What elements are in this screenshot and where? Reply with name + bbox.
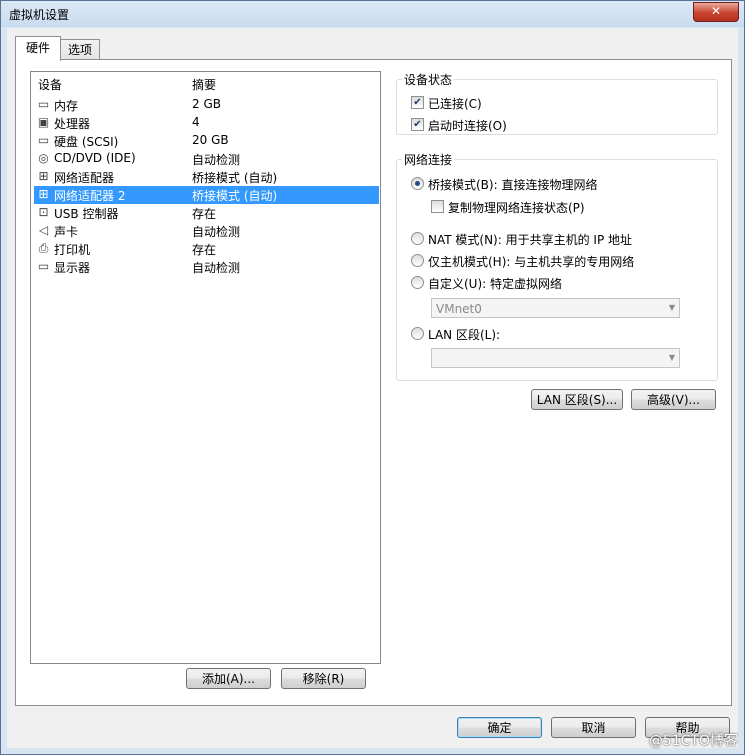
device-row[interactable]: ◁ 声卡 自动检测 [34,222,379,240]
device-list[interactable]: 设备 摘要 ▭ 内存 2 GB ▣ 处理器 4 ▭ 硬盘 (SCSI) 20 GB ◎ CD/DVD… [30,71,381,664]
device-name: CD/DVD (IDE) [54,151,136,165]
nat-radio-icon [411,232,424,245]
network-connection-title: 网络连接 [402,151,455,168]
bridged-label: 桥接模式(B): 直接连接物理网络 [428,178,598,192]
vm-settings-window: 虚拟机设置 ✕ 硬件 选项 设备 摘要 ▭ 内存 2 GB ▣ 处理器 4 ▭ 硬盘 (SCS… [0,0,745,755]
add-device-button[interactable]: 添加(A)... [186,668,271,689]
replicate-state-check-icon [431,200,444,213]
processor-icon: ▣ [37,115,50,129]
device-name: 显示器 [54,261,91,275]
device-row[interactable]: ◎ CD/DVD (IDE) 自动检测 [34,150,379,168]
harddisk-icon: ▭ [37,133,50,147]
device-row[interactable]: ⎙ 打印机 存在 [34,240,379,258]
connect-at-power-on-label: 启动时连接(O) [428,119,507,133]
tab-options[interactable]: 选项 [60,39,100,60]
device-summary: 存在 [192,243,217,257]
cd-dvd-icon: ◎ [38,151,49,165]
display-icon: ▭ [37,259,50,273]
column-header-device[interactable]: 设备 [38,76,62,93]
window-title: 虚拟机设置 [9,8,70,22]
column-header-summary[interactable]: 摘要 [192,76,216,93]
replicate-state-label: 复制物理网络连接状态(P) [448,201,585,215]
device-row[interactable]: ▭ 显示器 自动检测 [34,258,379,276]
lan-segment-radio-icon [411,327,424,340]
bridged-radio-icon [411,177,424,190]
device-name: 网络适配器 2 [54,189,126,203]
sound-card-icon: ◁ [38,223,49,237]
device-name: 网络适配器 [54,171,115,185]
device-row[interactable]: ⊞ 网络适配器 2 桥接模式 (自动) [34,186,379,204]
lan-segment-label: LAN 区段(L): [428,328,501,342]
device-summary: 4 [192,115,200,129]
device-row[interactable]: ⊡ USB 控制器 存在 [34,204,379,222]
device-name: 打印机 [54,243,91,257]
custom-network-select[interactable]: VMnet0 ▼ [431,298,680,318]
remove-device-button[interactable]: 移除(R) [281,668,366,689]
connected-label: 已连接(C) [428,97,482,111]
advanced-button[interactable]: 高级(V)... [631,389,716,410]
chevron-down-icon: ▼ [668,353,675,362]
custom-label: 自定义(U): 特定虚拟网络 [428,277,563,291]
lan-segment-select[interactable]: ▼ [431,348,680,368]
custom-radio-icon [411,276,424,289]
hardware-panel: 设备 摘要 ▭ 内存 2 GB ▣ 处理器 4 ▭ 硬盘 (SCSI) 20 GB ◎ CD/DVD… [15,59,732,706]
memory-icon: ▭ [37,97,50,111]
device-row[interactable]: ⊞ 网络适配器 桥接模式 (自动) [34,168,379,186]
device-name: USB 控制器 [54,207,119,221]
title-bar[interactable]: 虚拟机设置 ✕ [1,1,744,27]
watermark-text: @51CTO博客 [648,733,738,749]
device-status-group: 设备状态 ✔ 已连接(C) ✔ 启动时连接(O) [396,71,718,135]
dialog-client-area: 硬件 选项 设备 摘要 ▭ 内存 2 GB ▣ 处理器 4 ▭ 硬盘 (SCSI) 20 GB ◎… [7,28,738,748]
device-summary: 桥接模式 (自动) [192,189,278,203]
cancel-button[interactable]: 取消 [551,717,636,738]
device-summary: 自动检测 [192,153,241,167]
device-summary: 存在 [192,207,217,221]
custom-network-value: VMnet0 [436,302,482,316]
nat-label: NAT 模式(N): 用于共享主机的 IP 地址 [428,233,633,247]
device-name: 硬盘 (SCSI) [54,135,119,149]
connect-at-power-on-check-icon: ✔ [411,118,424,131]
chevron-down-icon: ▼ [668,303,675,312]
network-connection-group: 网络连接 桥接模式(B): 直接连接物理网络 复制物理网络连接状态(P) NAT… [396,151,718,381]
device-name: 声卡 [54,225,79,239]
device-summary: 2 GB [192,97,221,111]
lan-segments-button[interactable]: LAN 区段(S)... [531,389,623,410]
device-status-title: 设备状态 [402,71,455,88]
device-summary: 自动检测 [192,225,241,239]
printer-icon: ⎙ [38,241,49,255]
device-row[interactable]: ▭ 内存 2 GB [34,96,379,114]
host-only-label: 仅主机模式(H): 与主机共享的专用网络 [428,255,635,269]
host-only-radio-icon [411,254,424,267]
device-summary: 自动检测 [192,261,241,275]
device-summary: 桥接模式 (自动) [192,171,278,185]
device-summary: 20 GB [192,133,229,147]
close-button[interactable]: ✕ [693,2,739,22]
tab-hardware[interactable]: 硬件 [15,36,61,61]
usb-controller-icon: ⊡ [38,205,49,219]
device-row[interactable]: ▣ 处理器 4 [34,114,379,132]
connected-check-icon: ✔ [411,96,424,109]
device-row[interactable]: ▭ 硬盘 (SCSI) 20 GB [34,132,379,150]
ok-button[interactable]: 确定 [457,717,542,738]
device-name: 处理器 [54,117,91,131]
network-adapter-icon: ⊞ [38,169,49,183]
network-adapter-icon: ⊞ [38,187,49,201]
device-name: 内存 [54,99,79,113]
device-list-header: 设备 摘要 [31,72,380,94]
